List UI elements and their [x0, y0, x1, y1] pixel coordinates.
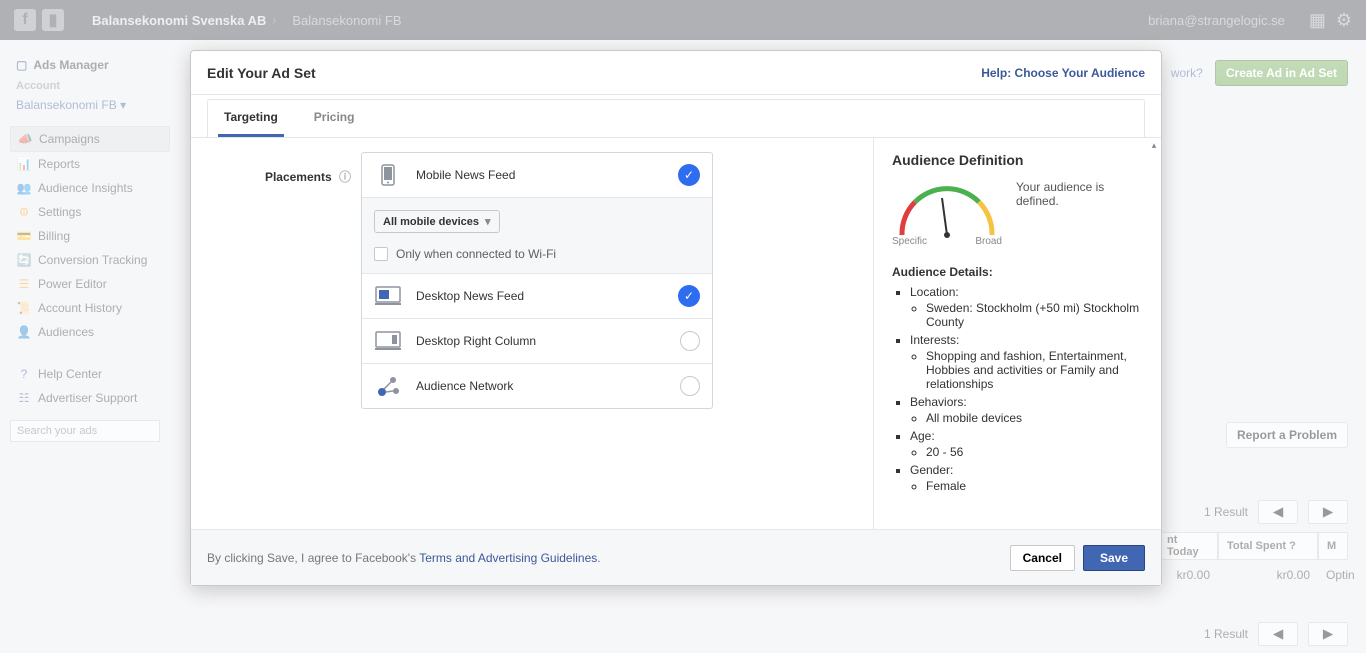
aud-interests-val: Shopping and fashion, Entertainment, Hob… [926, 349, 1143, 391]
placement-mobile-feed[interactable]: Mobile News Feed ✓ [362, 153, 712, 198]
radio-off-icon [680, 331, 700, 351]
check-icon: ✓ [678, 285, 700, 307]
aud-age-label: Age: [910, 429, 935, 443]
aud-behaviors-val: All mobile devices [926, 411, 1143, 425]
scroll-up-icon: ▴ [1152, 140, 1157, 151]
save-button[interactable]: Save [1083, 545, 1145, 571]
placements-box: Mobile News Feed ✓ All mobile devices▾ O… [361, 152, 713, 409]
scrollbar[interactable]: ▴ [1149, 138, 1159, 529]
gauge-icon [892, 180, 1002, 240]
placement-label: Mobile News Feed [416, 168, 678, 182]
tab-pricing[interactable]: Pricing [308, 100, 361, 137]
aud-behaviors-label: Behaviors: [910, 395, 967, 409]
terms-text: By clicking Save, I agree to Facebook's … [207, 551, 601, 565]
audience-msg: Your audience is defined. [1016, 180, 1143, 208]
audience-panel: Audience Definition Specific [873, 138, 1161, 529]
radio-off-icon [680, 376, 700, 396]
wifi-checkbox[interactable] [374, 247, 388, 261]
audience-title: Audience Definition [892, 152, 1143, 168]
info-icon[interactable]: ⓘ [339, 170, 351, 184]
aud-interests-label: Interests: [910, 333, 959, 347]
aud-location-val: Sweden: Stockholm (+50 mi) Stockholm Cou… [926, 301, 1143, 329]
audience-details-head: Audience Details: [892, 265, 1143, 279]
placements-label: Placements [265, 170, 332, 184]
network-icon [374, 374, 402, 398]
terms-link[interactable]: Terms and Advertising Guidelines [419, 551, 597, 565]
mobile-icon [374, 163, 402, 187]
desktop-icon [374, 329, 402, 353]
aud-gender-label: Gender: [910, 463, 953, 477]
wifi-label: Only when connected to Wi-Fi [396, 247, 556, 261]
tab-targeting[interactable]: Targeting [218, 100, 284, 137]
modal-title: Edit Your Ad Set [207, 65, 316, 81]
device-select[interactable]: All mobile devices▾ [374, 210, 500, 233]
placement-label: Desktop News Feed [416, 289, 678, 303]
placement-desktop-feed[interactable]: Desktop News Feed ✓ [362, 274, 712, 319]
placement-label: Audience Network [416, 379, 680, 393]
aud-age-val: 20 - 56 [926, 445, 1143, 459]
check-icon: ✓ [678, 164, 700, 186]
aud-gender-val: Female [926, 479, 1143, 493]
caret-down-icon: ▾ [485, 215, 491, 228]
edit-adset-modal: Edit Your Ad Set Help: Choose Your Audie… [190, 50, 1162, 586]
cancel-button[interactable]: Cancel [1010, 545, 1075, 571]
placement-audience-network[interactable]: Audience Network [362, 364, 712, 408]
desktop-icon [374, 284, 402, 308]
help-audience-link[interactable]: Help: Choose Your Audience [981, 66, 1145, 80]
placement-right-column[interactable]: Desktop Right Column [362, 319, 712, 364]
mobile-sub-options: All mobile devices▾ Only when connected … [362, 198, 712, 274]
placement-label: Desktop Right Column [416, 334, 680, 348]
aud-location-label: Location: [910, 285, 959, 299]
